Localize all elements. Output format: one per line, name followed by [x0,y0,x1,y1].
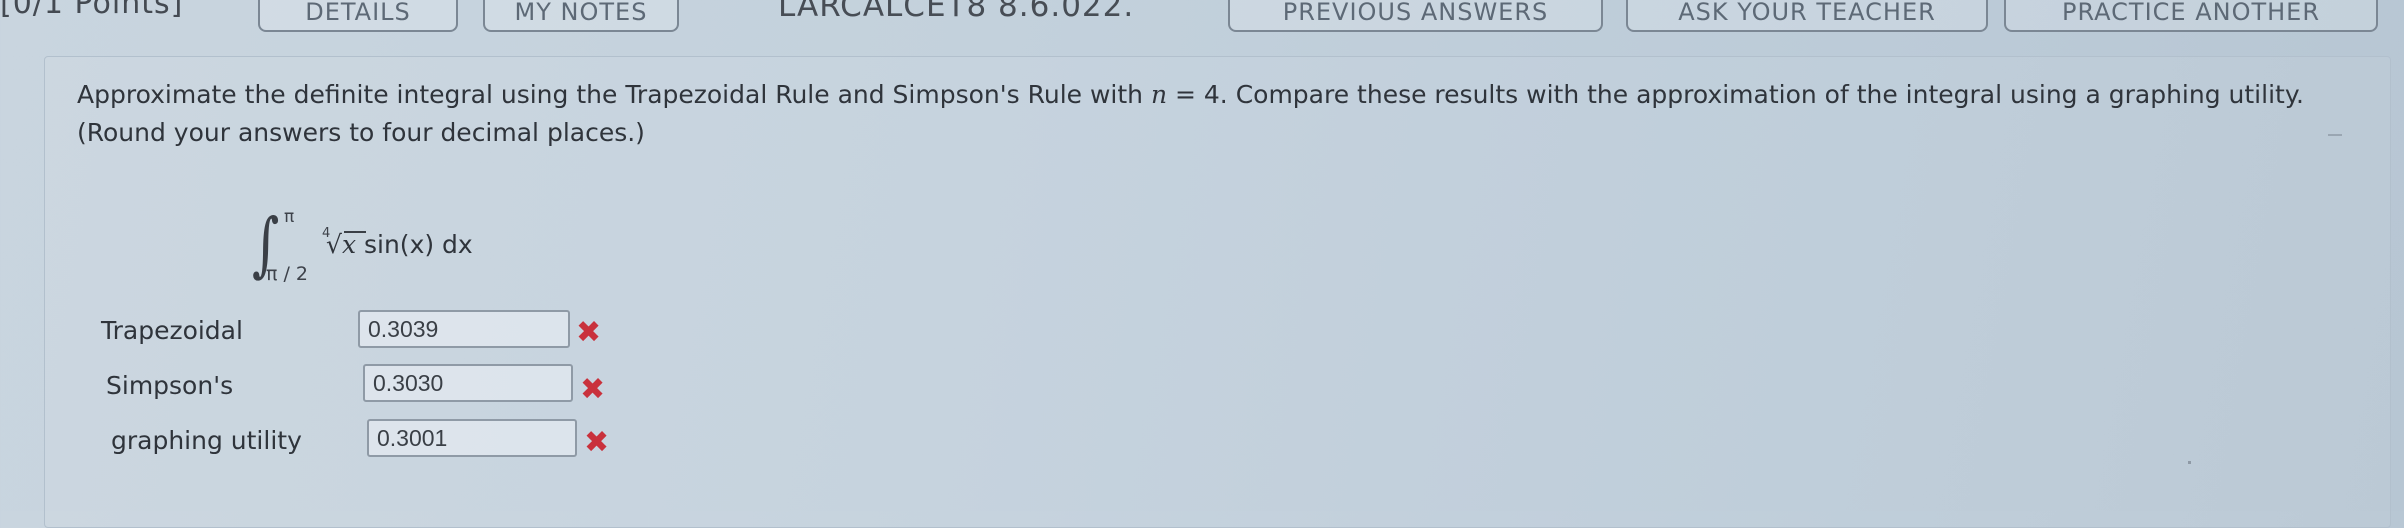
trapezoidal-answer-input[interactable] [358,310,570,348]
practice-another-button[interactable]: PRACTICE ANOTHER [2004,0,2378,32]
problem-code: LARCALCET8 8.6.022. [778,0,1135,24]
scroll-marker [2328,134,2342,136]
radical-sign: √ [326,230,342,259]
integrand-rest: sin(x) dx [356,230,473,259]
integral-expression: ∫ π π / 2 4 √x sin(x) dx [252,203,552,295]
x-mark-icon: ✖ [580,372,606,407]
question-text-part1: Approximate the definite integral using … [77,80,1151,109]
ask-teacher-button[interactable]: ASK YOUR TEACHER [1626,0,1988,32]
question-text: Approximate the definite integral using … [77,76,2327,152]
points-label: [0/1 Points] [0,0,184,21]
x-mark-icon: ✖ [576,315,602,350]
x-mark-icon: ✖ [584,425,610,460]
simpsons-answer-input[interactable] [363,364,573,402]
previous-answers-button[interactable]: PREVIOUS ANSWERS [1228,0,1603,32]
integrand: √x sin(x) dx [326,230,473,259]
my-notes-button[interactable]: MY NOTES [483,0,679,32]
graphing-utility-answer-input[interactable] [367,419,577,457]
details-button[interactable]: DETAILS [258,0,458,32]
trapezoidal-label: Trapezoidal [101,316,243,345]
simpsons-label: Simpson's [106,371,234,400]
upper-limit: π [284,207,295,227]
graphing-utility-label: graphing utility [111,426,302,455]
n-variable: n [1150,80,1168,109]
integrand-var: x [341,230,357,259]
panel-speck [2188,461,2191,464]
lower-limit: π / 2 [266,263,309,285]
